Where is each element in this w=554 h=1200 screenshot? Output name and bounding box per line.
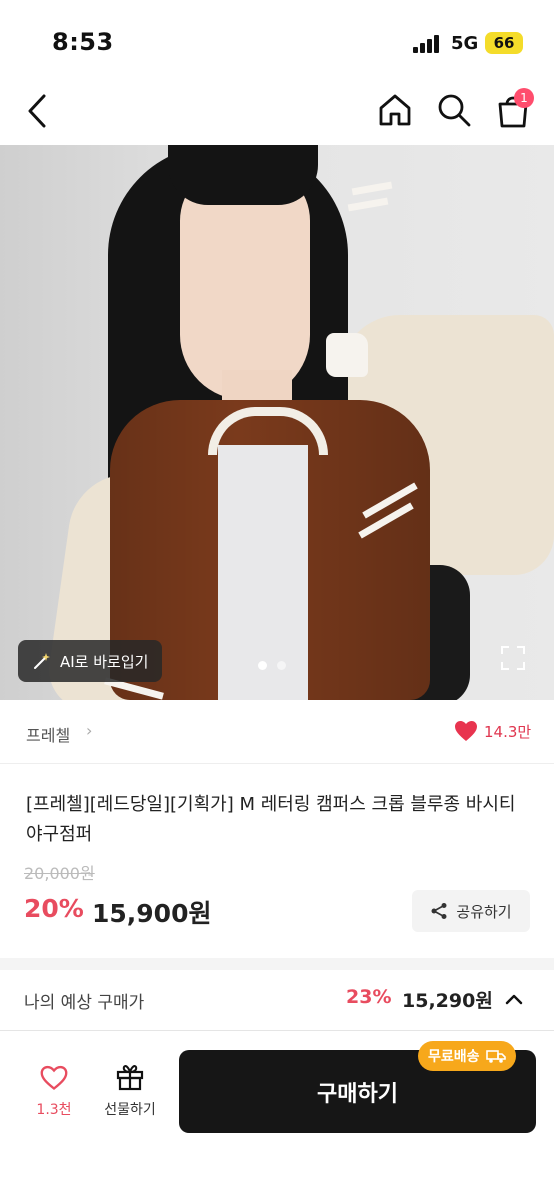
- expected-price-row[interactable]: 나의 예상 구매가 23% 15,290원: [0, 972, 554, 1028]
- heart-outline-icon: [40, 1065, 68, 1090]
- chevron-left-icon: [28, 94, 46, 128]
- brand-link[interactable]: 프레첼: [26, 722, 70, 746]
- chevron-up-icon: [505, 994, 523, 1005]
- search-button[interactable]: [434, 90, 474, 130]
- brand-row: 프레첼 › 14.3만: [0, 700, 554, 764]
- network-type: 5G: [451, 33, 479, 54]
- ai-try-on-label: AI로 바로입기: [60, 652, 149, 671]
- cart-count-badge: 1: [514, 88, 534, 108]
- carousel-dot-active[interactable]: [258, 661, 267, 670]
- carousel-indicator: [258, 661, 286, 670]
- wishlist-button[interactable]: 1.3천: [24, 1065, 84, 1125]
- home-icon: [379, 94, 411, 126]
- search-icon: [438, 94, 471, 127]
- expected-price: 15,290원: [402, 990, 493, 1012]
- wishlist-count: 1.3천: [36, 1102, 72, 1118]
- gift-label: 선물하기: [104, 1102, 156, 1118]
- magic-wand-icon: [34, 653, 50, 669]
- like-button[interactable]: 14.3만: [454, 720, 531, 742]
- product-title: [프레첼][레드당일][기획가] M 레터링 캠퍼스 크롭 블루종 바시티 야구…: [26, 794, 516, 845]
- truck-icon: [485, 1050, 506, 1063]
- free-shipping-badge: 무료배송: [418, 1041, 516, 1071]
- discount-rate: 20%: [24, 894, 84, 923]
- back-button[interactable]: [20, 90, 54, 132]
- heart-icon: [455, 721, 477, 741]
- free-shipping-label: 무료배송: [428, 1049, 480, 1065]
- status-time: 8:53: [52, 28, 114, 56]
- home-button[interactable]: [375, 90, 415, 130]
- expand-icon: [501, 646, 525, 670]
- gift-icon: [116, 1065, 144, 1091]
- like-count: 14.3만: [484, 722, 532, 741]
- ai-try-on-button[interactable]: AI로 바로입기: [18, 640, 163, 682]
- share-icon: [431, 903, 447, 919]
- signal-icon: [413, 35, 443, 53]
- expected-discount: 23%: [346, 986, 392, 1008]
- sale-price: 15,900원: [92, 899, 212, 928]
- share-button[interactable]: 공유하기: [412, 890, 530, 932]
- carousel-dot[interactable]: [277, 661, 286, 670]
- fullscreen-button[interactable]: [500, 645, 526, 671]
- gift-button[interactable]: 선물하기: [96, 1063, 164, 1125]
- jacket-letter-patch: [326, 333, 368, 377]
- expected-price-label: 나의 예상 구매가: [24, 993, 145, 1013]
- battery-icon: 66: [485, 32, 523, 54]
- model-bangs: [168, 145, 318, 205]
- bottom-action-bar: 1.3천 선물하기 구매하기 무료배송: [0, 1030, 554, 1200]
- cart-button[interactable]: 1: [492, 88, 534, 130]
- share-label: 공유하기: [456, 902, 512, 921]
- section-divider: [0, 958, 554, 970]
- top-nav: 1: [0, 80, 554, 144]
- chevron-right-icon: ›: [86, 721, 93, 740]
- product-image-carousel[interactable]: AI로 바로입기: [0, 145, 554, 700]
- original-price: 20,000원: [24, 864, 95, 883]
- status-bar: 8:53 5G 66: [0, 0, 554, 80]
- collapse-toggle[interactable]: [503, 988, 525, 1010]
